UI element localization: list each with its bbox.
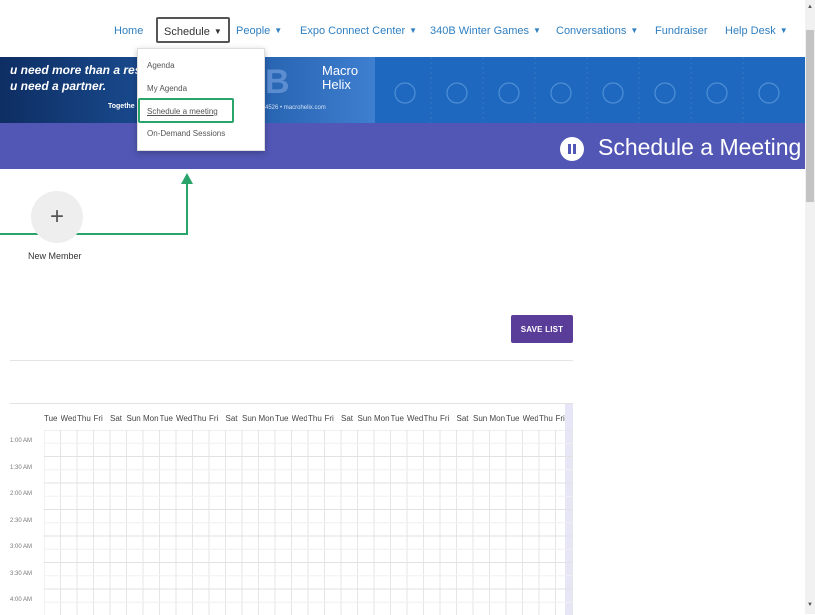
calendar-day-header: Wed	[176, 414, 192, 423]
chevron-down-icon: ▼	[409, 26, 418, 35]
scroll-up-icon[interactable]: ▲	[807, 4, 813, 10]
menu-item-agenda[interactable]: Agenda	[147, 61, 175, 70]
nav-schedule-label: Schedule	[164, 26, 210, 38]
meeting-logo-icon	[560, 137, 584, 161]
calendar-time-label: 3:30 AM	[10, 570, 33, 577]
calendar-day-header: Mon	[489, 414, 506, 423]
top-navigation: Home Schedule ▼ People ▼ Expo Connect Cent…	[0, 0, 805, 56]
calendar-day-header: Tue	[275, 414, 289, 423]
annotation-highlight-box	[138, 98, 234, 123]
scrollbar-thumb[interactable]	[806, 30, 814, 202]
calendar-day-header: Tue	[506, 414, 520, 423]
nav-schedule[interactable]: Schedule ▼	[156, 17, 230, 43]
annotation-arrow-icon	[0, 173, 193, 235]
calendar-day-header: Mon	[258, 414, 275, 423]
nav-help-desk[interactable]: Help Desk ▼	[725, 24, 788, 39]
calendar-day-header: Tue	[44, 414, 58, 423]
scroll-down-icon[interactable]: ▼	[807, 602, 813, 608]
calendar-day-header: Sun	[242, 414, 257, 423]
calendar-grid[interactable]	[44, 430, 573, 615]
calendar-day-header: Sat	[110, 414, 123, 423]
nav-home-label: Home	[114, 25, 144, 37]
calendar-day-header: Thu	[539, 414, 553, 423]
banner-contact: 2.4526 • macrohelix.com	[260, 105, 326, 111]
calendar-time-label: 2:00 AM	[10, 491, 33, 497]
calendar-day-header: Sun	[126, 414, 141, 423]
page-title: Schedule a Meeting	[598, 134, 802, 160]
calendar-day-header: Tue	[159, 414, 174, 423]
banner-headline-1: u need more than a res	[10, 63, 142, 77]
calendar-time-label: 1:00 AM	[10, 438, 33, 444]
nav-expo-connect-center[interactable]: Expo Connect Center ▼	[300, 24, 417, 39]
calendar-time-label: 3:00 AM	[10, 544, 33, 550]
chevron-down-icon: ▼	[274, 26, 283, 35]
calendar-day-header: Fri	[93, 414, 103, 423]
calendar-day-header: Mon	[143, 414, 159, 423]
calendar-day-header: Tue	[390, 414, 405, 423]
calendar-day-header: Thu	[77, 414, 91, 423]
calendar-day-header: Thu	[192, 414, 207, 423]
nav-people-label: People	[236, 25, 271, 37]
calendar-day-header: Fri	[209, 414, 219, 423]
calendar-day-header: Wed	[522, 414, 539, 423]
calendar-day-header: Fri	[555, 414, 565, 423]
calendar-day-header: Fri	[324, 414, 334, 423]
circle-pattern-graphic	[394, 57, 780, 123]
calendar-day-header: Sat	[225, 414, 238, 423]
banner-letter: B	[265, 63, 290, 101]
nav-winter-games-label: 340B Winter Games	[430, 25, 530, 37]
macrohelix-logo-line2: Helix	[322, 77, 351, 92]
macrohelix-logo-line1: Macro	[322, 63, 359, 78]
calendar-day-header: Wed	[407, 414, 423, 423]
add-member-button[interactable]: +	[31, 191, 83, 243]
chevron-down-icon: ▼	[779, 26, 788, 35]
save-list-button[interactable]: SAVE LIST	[511, 315, 573, 343]
nav-winter-games[interactable]: 340B Winter Games ▼	[430, 24, 541, 39]
calendar-day-header: Thu	[308, 414, 322, 423]
new-member-label: New Member	[28, 251, 82, 261]
calendar-day-header: Wed	[291, 414, 308, 423]
calendar-day-header: Sun	[473, 414, 488, 423]
page-scrollbar[interactable]: ▲ ▼	[805, 0, 815, 614]
menu-item-my-agenda[interactable]: My Agenda	[147, 84, 187, 93]
calendar-day-header: Sun	[357, 414, 372, 423]
banner-headline-2: u need a partner.	[10, 79, 107, 93]
calendar-time-label: 4:00 AM	[10, 597, 33, 603]
chevron-down-icon: ▼	[533, 26, 541, 35]
nav-expo-label: Expo Connect Center	[300, 25, 406, 37]
nav-people[interactable]: People ▼	[236, 24, 282, 39]
nav-conversations[interactable]: Conversations ▼	[556, 24, 638, 39]
chevron-down-icon: ▼	[630, 26, 639, 35]
calendar-time-label: 1:30 AM	[10, 464, 33, 471]
nav-fundraiser[interactable]: Fundraiser	[655, 24, 708, 38]
nav-help-desk-label: Help Desk	[725, 25, 776, 37]
calendar-day-header: Wed	[60, 414, 77, 423]
availability-calendar: Tue Wed Thu Fri Sat Sun Mon Tue Wed Thu Fri Sat Sun M…	[10, 403, 573, 615]
nav-home[interactable]: Home	[114, 24, 143, 38]
nav-conversations-label: Conversations	[556, 25, 627, 37]
banner-pattern	[375, 57, 805, 123]
sponsor-banner[interactable]: u need more than a res u need a partner.…	[0, 57, 805, 123]
nav-fundraiser-label: Fundraiser	[655, 25, 708, 37]
calendar-day-header: Sat	[341, 414, 354, 423]
calendar-time-label: 2:30 AM	[10, 517, 33, 524]
calendar-day-header: Thu	[423, 414, 438, 423]
calendar-day-header: Mon	[374, 414, 390, 423]
calendar-day-header: Sat	[456, 414, 469, 423]
menu-item-on-demand-sessions[interactable]: On-Demand Sessions	[147, 129, 225, 138]
chevron-down-icon: ▼	[213, 27, 222, 36]
calendar-day-header: Fri	[440, 414, 450, 423]
plus-icon: +	[49, 203, 64, 230]
banner-tagline: Togethe	[108, 103, 135, 110]
section-divider	[10, 360, 573, 361]
